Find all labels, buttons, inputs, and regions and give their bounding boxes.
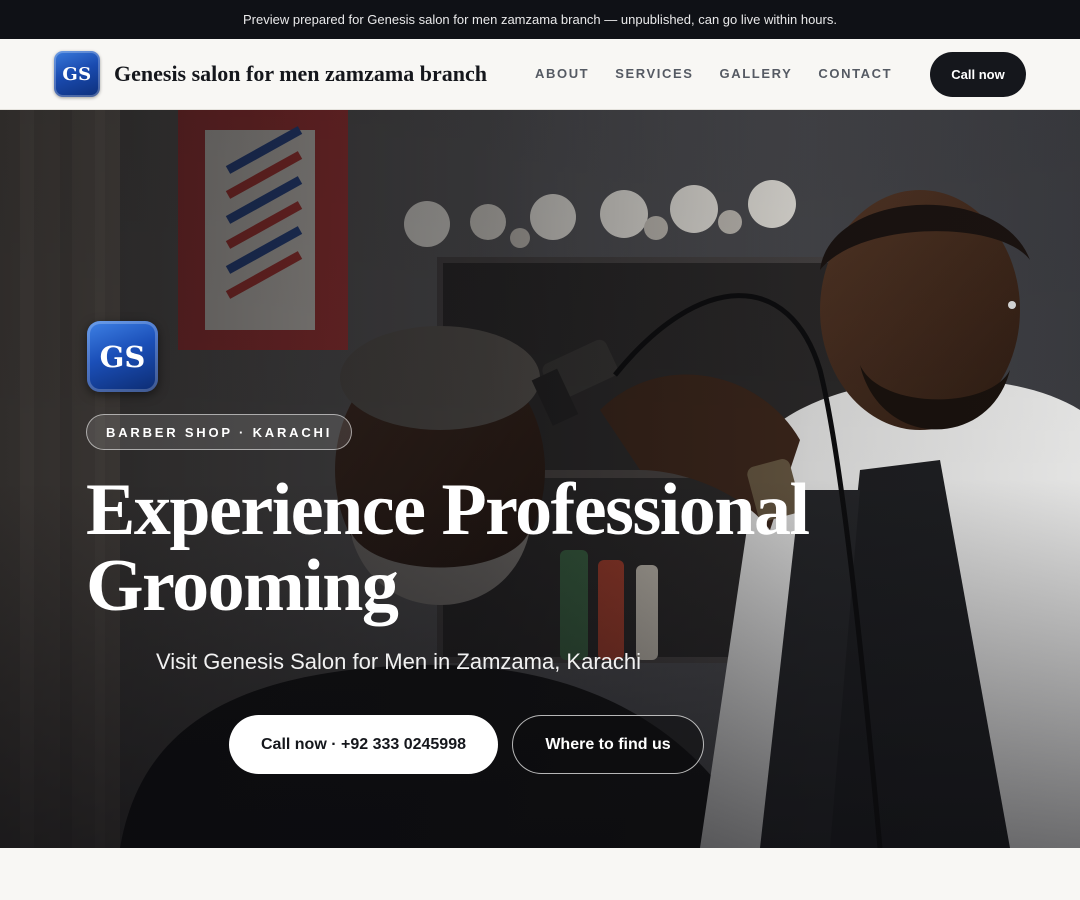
nav-gallery[interactable]: GALLERY [720, 66, 793, 81]
nav-about[interactable]: ABOUT [535, 66, 589, 81]
brand-name[interactable]: Genesis salon for men zamzama branch [114, 61, 487, 87]
hero-logo-initials: GS [99, 339, 146, 374]
hero-section: GS BARBER SHOP · KARACHI Experience Prof… [0, 110, 1080, 848]
site-header: GS Genesis salon for men zamzama branch … [0, 39, 1080, 110]
nav-contact[interactable]: CONTACT [818, 66, 892, 81]
nav-services[interactable]: SERVICES [615, 66, 693, 81]
hero-call-button[interactable]: Call now · +92 333 0245998 [229, 715, 498, 774]
hero-subtitle: Visit Genesis Salon for Men in Zamzama, … [156, 649, 642, 674]
hero-location-button[interactable]: Where to find us [512, 715, 704, 774]
hero-title: Experience Professional Grooming [86, 469, 810, 627]
brand-logo-initials: GS [62, 63, 92, 85]
hero-tagline-badge: BARBER SHOP · KARACHI [86, 414, 353, 450]
main-nav: ABOUT SERVICES GALLERY CONTACT [535, 66, 918, 81]
brand-logo[interactable]: GS [54, 51, 100, 97]
header-call-button[interactable]: Call now [930, 52, 1026, 97]
hero-logo: GS [87, 321, 158, 392]
preview-banner: Preview prepared for Genesis salon for m… [0, 0, 1080, 39]
preview-banner-text: Preview prepared for Genesis salon for m… [243, 12, 837, 27]
